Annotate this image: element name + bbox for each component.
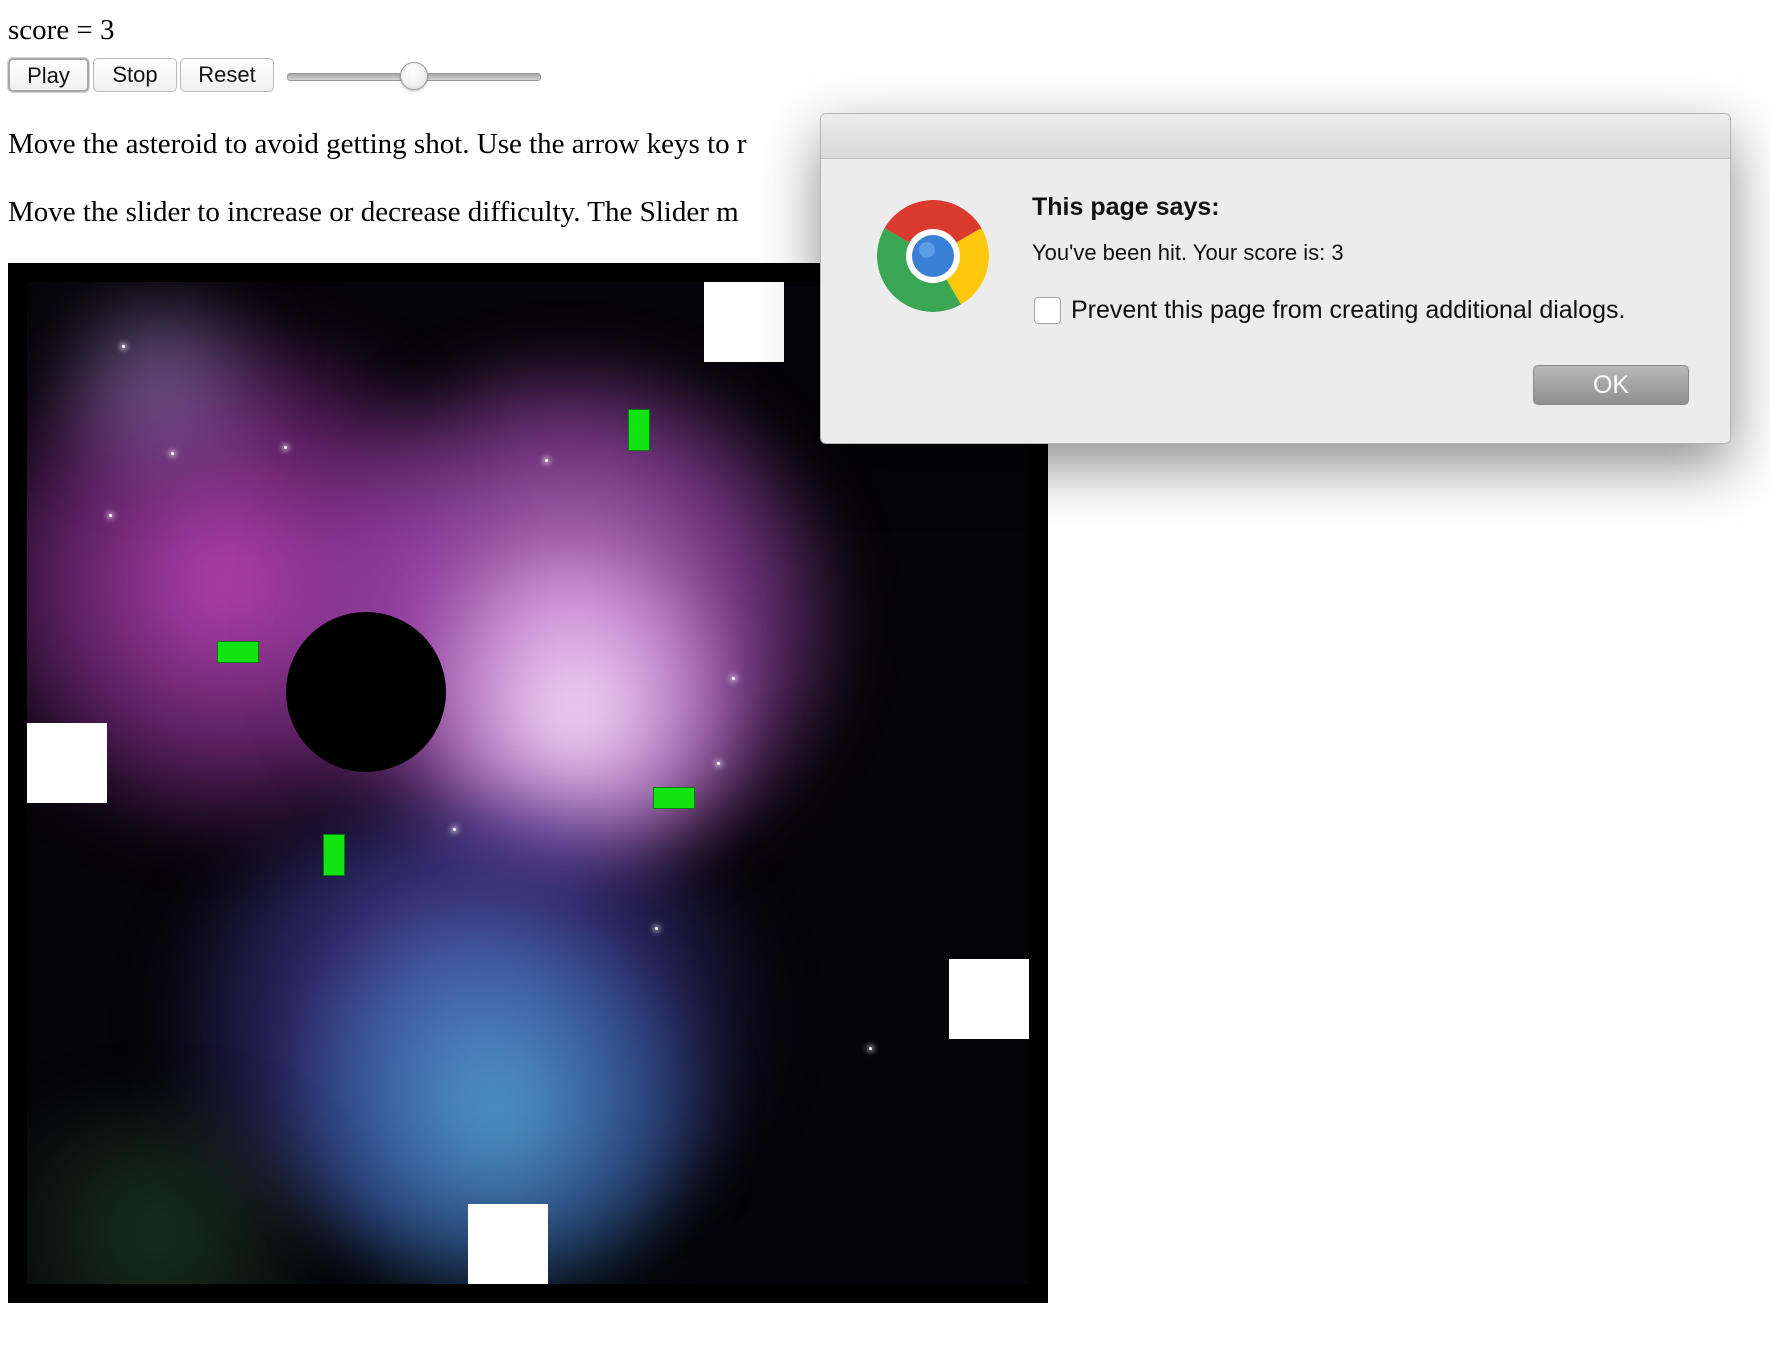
star bbox=[732, 677, 735, 680]
dialog-heading: This page says: bbox=[1032, 193, 1220, 221]
prevent-dialogs-label[interactable]: Prevent this page from creating addition… bbox=[1071, 294, 1626, 326]
play-button[interactable]: Play bbox=[8, 58, 89, 92]
star bbox=[545, 459, 548, 462]
star bbox=[655, 927, 658, 930]
star bbox=[284, 446, 287, 449]
shooter-block-right bbox=[949, 959, 1029, 1039]
dialog-titlebar[interactable] bbox=[821, 114, 1730, 159]
dialog-message: You've been hit. Your score is: 3 bbox=[1032, 240, 1344, 265]
stop-button[interactable]: Stop bbox=[93, 58, 177, 92]
star bbox=[122, 345, 125, 348]
star bbox=[171, 452, 174, 455]
instruction-slider: Move the slider to increase or decrease … bbox=[8, 196, 739, 228]
star bbox=[869, 1047, 872, 1050]
shooter-block-bottom bbox=[468, 1204, 548, 1284]
shooter-block-top bbox=[704, 282, 784, 362]
reset-button[interactable]: Reset bbox=[180, 58, 274, 92]
star bbox=[717, 762, 720, 765]
prevent-dialogs-checkbox[interactable] bbox=[1034, 297, 1061, 324]
bullet bbox=[653, 787, 695, 809]
score-display: score = 3 bbox=[8, 14, 115, 46]
asteroid-player bbox=[286, 612, 446, 772]
bullet bbox=[217, 641, 259, 663]
ok-button[interactable]: OK bbox=[1533, 365, 1689, 405]
bullet bbox=[628, 409, 650, 451]
chrome-logo-icon bbox=[877, 200, 989, 312]
instruction-movement: Move the asteroid to avoid getting shot.… bbox=[8, 128, 747, 160]
shooter-block-left bbox=[27, 723, 107, 803]
alert-dialog: This page says: You've been hit. Your sc… bbox=[820, 113, 1731, 444]
bullet bbox=[323, 834, 345, 876]
star bbox=[453, 828, 456, 831]
difficulty-slider[interactable] bbox=[281, 62, 547, 90]
star bbox=[109, 514, 112, 517]
slider-thumb[interactable] bbox=[400, 62, 428, 90]
